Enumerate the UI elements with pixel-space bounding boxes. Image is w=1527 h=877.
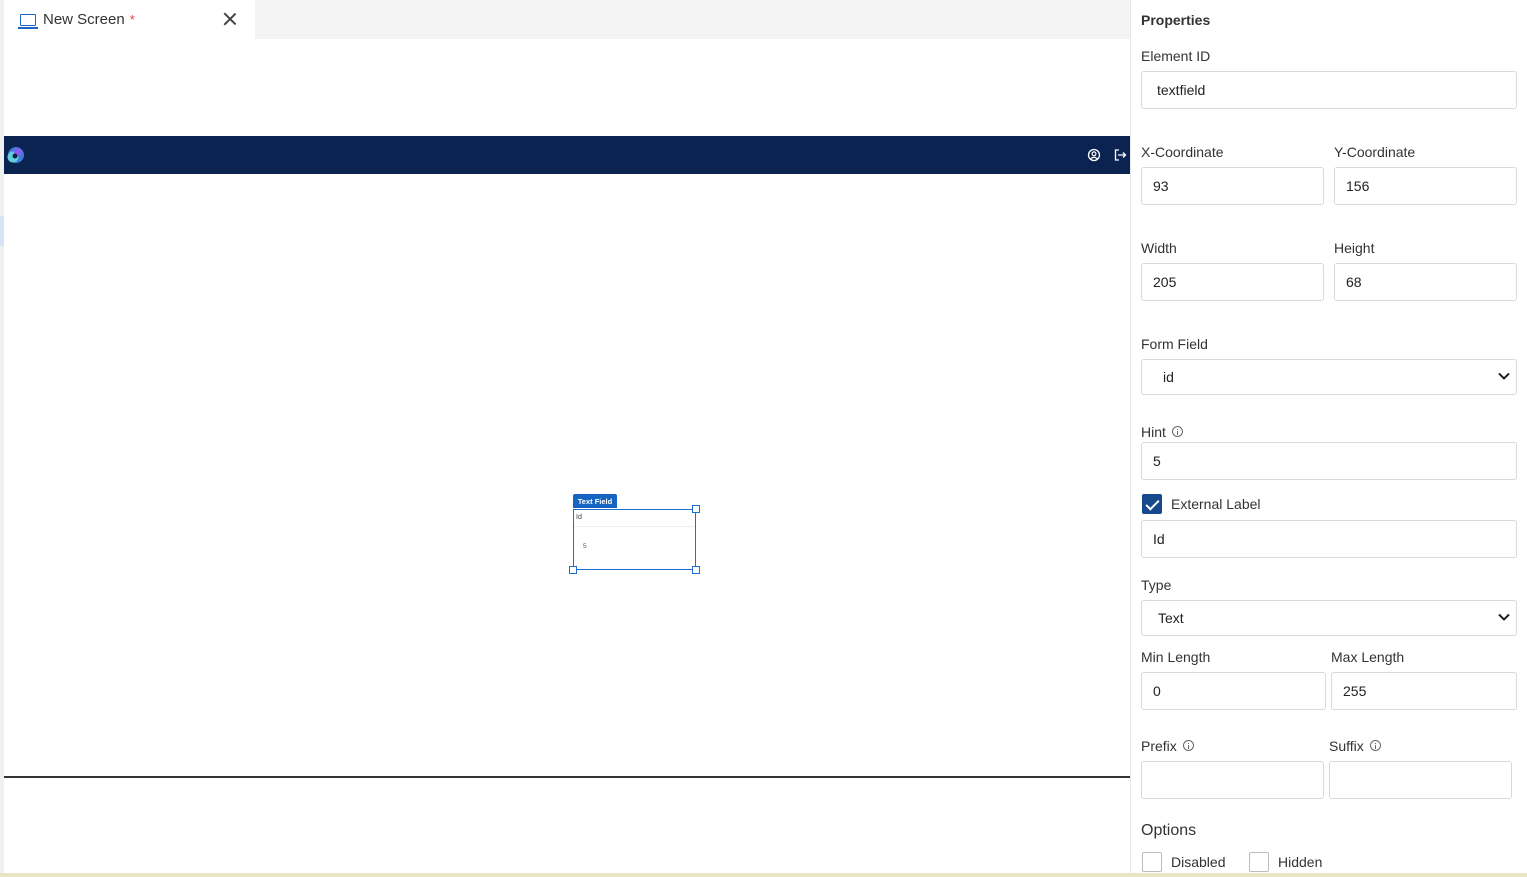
text-field-label: Id (576, 514, 582, 521)
height-input[interactable]: 68 (1334, 263, 1517, 301)
tab-bar: New Screen * (4, 0, 1130, 39)
app-logo (7, 147, 24, 163)
width-input[interactable]: 205 (1141, 263, 1324, 301)
bottom-edge (0, 873, 1527, 877)
selected-text-field[interactable]: Id 5 (573, 509, 696, 570)
type-label: Type (1141, 577, 1172, 593)
workspace: New Screen * Text Field Id 5 (0, 0, 1130, 877)
element-id-label: Element ID (1141, 48, 1211, 64)
min-length-input[interactable]: 0 (1141, 672, 1326, 710)
resize-handle-bottom-left[interactable] (569, 566, 577, 574)
disabled-checkbox[interactable] (1142, 852, 1162, 872)
suffix-label: Suffix (1329, 738, 1364, 754)
hint-label-row: Hint (1141, 424, 1183, 440)
properties-title: Properties (1141, 12, 1211, 28)
tab-title: New Screen (43, 11, 125, 28)
suffix-input[interactable] (1329, 761, 1512, 799)
type-value: Text (1158, 610, 1184, 626)
resize-handle-top-right[interactable] (692, 505, 700, 513)
hidden-label: Hidden (1278, 854, 1323, 870)
y-coordinate-input[interactable]: 156 (1334, 167, 1517, 205)
external-label-caption: External Label (1171, 496, 1261, 512)
app-root: New Screen * Text Field Id 5 Properties … (0, 0, 1527, 877)
design-canvas[interactable]: Text Field Id 5 (4, 39, 1130, 877)
chevron-down-icon (1498, 372, 1510, 380)
hidden-checkbox[interactable] (1249, 852, 1269, 872)
info-icon[interactable] (1182, 740, 1194, 751)
hint-input[interactable]: 5 (1141, 442, 1517, 480)
hint-label: Hint (1141, 424, 1166, 440)
form-field-select[interactable]: id (1141, 359, 1517, 395)
text-field-hint: 5 (583, 543, 587, 550)
options-title: Options (1141, 822, 1197, 839)
height-label: Height (1334, 240, 1375, 256)
external-label-input[interactable]: Id (1141, 520, 1517, 558)
prefix-input[interactable] (1141, 761, 1324, 799)
logout-icon[interactable] (1113, 148, 1127, 162)
close-icon[interactable] (221, 10, 239, 28)
max-length-input[interactable]: 255 (1331, 672, 1517, 710)
max-length-label: Max Length (1331, 649, 1405, 665)
form-field-value: id (1163, 369, 1174, 385)
preview-app-header (4, 136, 1130, 174)
x-coordinate-input[interactable]: 93 (1141, 167, 1324, 205)
info-icon[interactable] (1369, 740, 1381, 751)
chevron-down-icon (1498, 613, 1510, 621)
prefix-label-row: Prefix (1141, 738, 1194, 754)
tab-new-screen[interactable]: New Screen * (4, 0, 255, 39)
suffix-label-row: Suffix (1329, 738, 1381, 754)
user-circle-icon[interactable] (1087, 148, 1101, 162)
element-id-input[interactable]: textfield (1141, 71, 1517, 109)
width-label: Width (1141, 240, 1177, 256)
text-field-divider (574, 526, 694, 527)
resize-handle-bottom-right[interactable] (692, 566, 700, 574)
x-coordinate-label: X-Coordinate (1141, 144, 1224, 160)
disabled-label: Disabled (1171, 854, 1226, 870)
external-label-checkbox[interactable] (1142, 494, 1162, 514)
unsaved-marker: * (129, 12, 135, 27)
canvas-divider (4, 776, 1130, 778)
min-length-label: Min Length (1141, 649, 1211, 665)
prefix-label: Prefix (1141, 738, 1177, 754)
form-field-label: Form Field (1141, 336, 1208, 352)
properties-panel: Properties Element ID textfield X-Coordi… (1130, 0, 1527, 877)
y-coordinate-label: Y-Coordinate (1334, 144, 1416, 160)
type-select[interactable]: Text (1141, 600, 1517, 636)
element-type-tag: Text Field (573, 494, 617, 508)
info-icon[interactable] (1171, 426, 1183, 437)
monitor-icon (18, 13, 38, 29)
